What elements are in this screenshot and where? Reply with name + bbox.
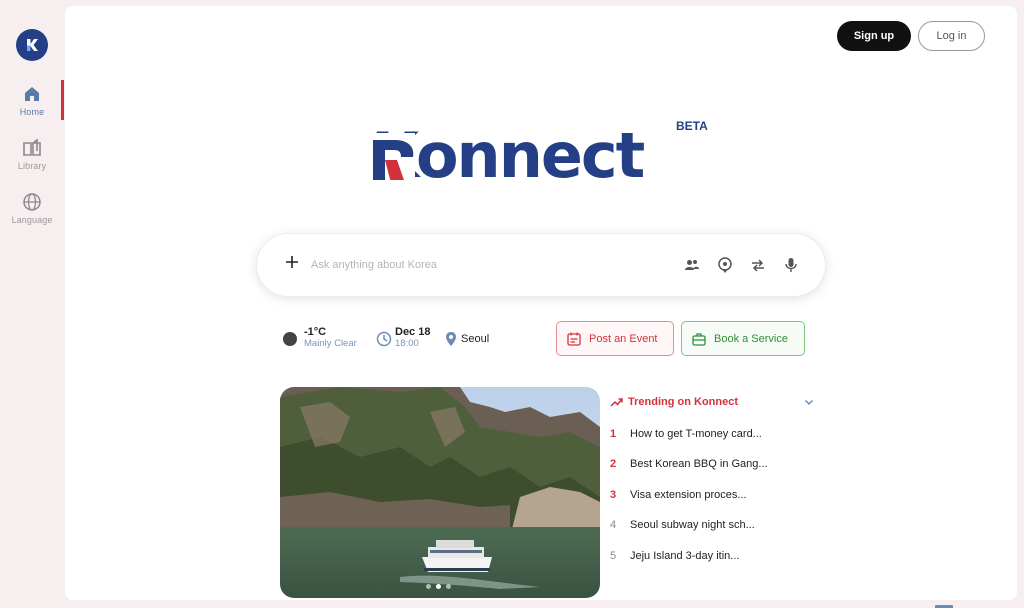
carousel-dot[interactable]: [446, 584, 451, 589]
trending-item[interactable]: 3 Visa extension proces...: [610, 487, 747, 503]
people-icon[interactable]: [683, 256, 701, 274]
calendar-icon: [567, 332, 581, 346]
swap-icon[interactable]: [749, 256, 767, 274]
beta-badge: BETA: [676, 119, 708, 133]
trending-item[interactable]: 5 Jeju Island 3-day itin...: [610, 548, 739, 564]
book-service-button[interactable]: Book a Service: [681, 321, 805, 356]
sidebar: Home Library Language: [0, 0, 64, 608]
book-service-label: Book a Service: [714, 332, 788, 345]
time: 18:00: [395, 338, 419, 349]
date: Dec 18: [395, 326, 431, 338]
sidebar-item-label: Library: [17, 161, 47, 171]
location-name: Seoul: [461, 333, 490, 345]
trending-rank: 4: [610, 519, 617, 531]
river-cliff-ferry-image: [280, 387, 600, 598]
weather-icon: [283, 332, 297, 346]
carousel-dot-active[interactable]: [436, 584, 441, 589]
trending-text: How to get T-money card...: [630, 428, 762, 440]
featured-image-carousel[interactable]: [280, 387, 600, 598]
chat-widget-icon[interactable]: [935, 596, 953, 608]
sidebar-item-home[interactable]: Home: [0, 84, 64, 124]
carousel-dots: [426, 584, 451, 589]
clock-icon: [376, 331, 392, 347]
location-pin-icon[interactable]: [716, 256, 734, 274]
trending-header[interactable]: Trending on Konnect: [610, 394, 815, 410]
trending-rank: 5: [610, 550, 617, 562]
sidebar-item-label: Language: [11, 215, 53, 225]
trending-item[interactable]: 1 How to get T-money card...: [610, 426, 762, 442]
location-icon: [446, 332, 456, 346]
location[interactable]: Seoul: [461, 333, 489, 345]
trending-text: Visa extension proces...: [630, 489, 747, 501]
app-logo[interactable]: [16, 29, 48, 61]
brand-logo: Konnect BETA: [371, 116, 731, 196]
microphone-icon[interactable]: [782, 256, 800, 274]
globe-icon: [23, 193, 41, 211]
sidebar-item-label: Home: [19, 107, 45, 117]
post-event-label: Post an Event: [589, 332, 658, 345]
trending-item[interactable]: 4 Seoul subway night sch...: [610, 517, 755, 533]
temperature: -1°C: [304, 326, 327, 338]
active-nav-indicator: [61, 80, 64, 120]
sidebar-item-language[interactable]: Language: [0, 192, 64, 232]
log-in-button[interactable]: Log in: [918, 21, 985, 51]
search-input[interactable]: [311, 253, 611, 277]
trending-text: Jeju Island 3-day itin...: [630, 550, 740, 562]
trending-text: Seoul subway night sch...: [630, 519, 755, 531]
brand-k-mark-icon: [371, 133, 415, 180]
weather-condition: Mainly Clear: [304, 338, 357, 349]
trending-rank: 1: [610, 428, 617, 440]
trending-rank: 2: [610, 458, 617, 470]
plus-icon[interactable]: [283, 253, 301, 271]
sign-up-button[interactable]: Sign up: [837, 21, 911, 51]
home-icon: [25, 87, 39, 101]
main-panel: Sign up Log in Konnect BETA Ask anything…: [65, 6, 1017, 608]
trending-text: Best Korean BBQ in Gang...: [630, 458, 768, 470]
trending-item[interactable]: 2 Best Korean BBQ in Gang...: [610, 456, 768, 472]
date-time: Dec 18 18:00: [395, 326, 430, 350]
sidebar-item-library[interactable]: Library: [0, 138, 64, 178]
trending-up-icon: [610, 397, 623, 407]
chevron-down-icon[interactable]: [803, 396, 815, 408]
search-bar: [257, 234, 825, 296]
briefcase-icon: [692, 332, 706, 346]
konnect-logo-icon: [27, 39, 38, 51]
trending-rank: 3: [610, 489, 617, 501]
post-event-button[interactable]: Post an Event: [556, 321, 674, 356]
weather-info: -1°C Mainly Clear: [304, 326, 357, 350]
book-icon: [23, 138, 41, 156]
carousel-dot[interactable]: [426, 584, 431, 589]
trending-title: Trending on Konnect: [628, 396, 738, 408]
